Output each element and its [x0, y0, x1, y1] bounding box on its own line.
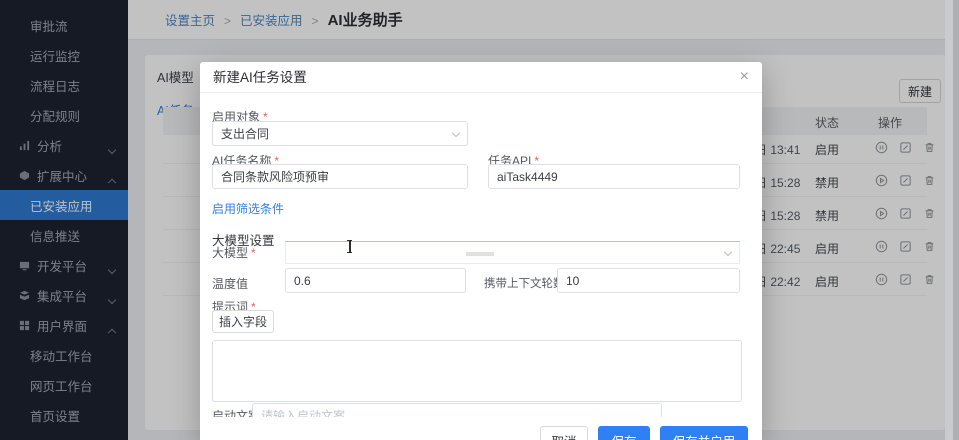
new-ai-task-modal: 新建AI任务设置 × 启用对象* 支出合同 AI任务名称* 任务API* 启用筛… [200, 62, 762, 440]
prompt-textarea[interactable] [212, 340, 742, 402]
context-rounds-input[interactable] [557, 268, 740, 293]
chevron-down-icon [453, 123, 459, 141]
cancel-button[interactable]: 取消 [540, 426, 588, 440]
chevron-down-icon [725, 242, 731, 260]
enable-target-value: 支出合同 [221, 125, 453, 142]
task-api-input[interactable] [488, 164, 740, 189]
text-cursor [346, 240, 353, 253]
enable-target-select[interactable]: 支出合同 [212, 121, 468, 146]
task-name-input[interactable] [212, 164, 468, 189]
save-button[interactable]: 保存 [598, 426, 650, 440]
save-and-enable-button[interactable]: 保存并启用 [660, 426, 748, 440]
enable-filter-link[interactable]: 启用筛选条件 [212, 200, 284, 217]
modal-header: 新建AI任务设置 × [200, 62, 762, 93]
model-select[interactable] [285, 241, 740, 264]
required-mark: * [251, 246, 256, 260]
model-select-faint-text [466, 252, 494, 256]
temperature-label: 温度值 [212, 275, 248, 292]
window-edge [953, 0, 959, 440]
modal-footer: 取消 保存 保存并启用 [200, 417, 762, 440]
app-window: 审批流运行监控流程日志分配规则分析扩展中心已安装应用信息推送开发平台集成平台用户… [0, 0, 959, 440]
temperature-input[interactable] [285, 268, 466, 293]
model-label: 大模型* [212, 244, 256, 261]
scrollbar-track[interactable] [945, 0, 953, 440]
close-icon[interactable]: × [740, 67, 749, 87]
insert-field-button[interactable]: 插入字段 [212, 310, 274, 333]
modal-title: 新建AI任务设置 [200, 62, 762, 93]
